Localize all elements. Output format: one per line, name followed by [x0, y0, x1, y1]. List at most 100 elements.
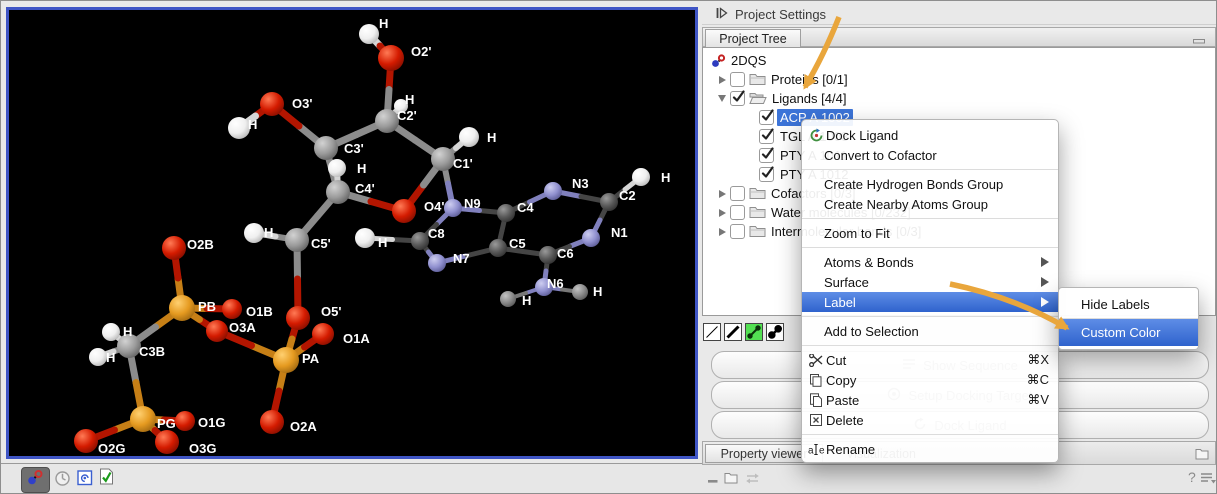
folder-icon: [749, 187, 766, 200]
menu-item-label: Label: [824, 295, 856, 310]
app-window: HO2'O3'HHC2'C3'C1'HHC4'O4'N9C8HN7C4C5C6N…: [0, 0, 1217, 494]
project-tree-tabbar: Project Tree: [702, 27, 1216, 47]
tree-item-label: Proteins [0/1]: [768, 71, 851, 88]
repr-wireframe-button[interactable]: [703, 323, 721, 341]
submenu-arrow-icon: [1041, 277, 1049, 287]
context-menu: Dock Ligand Convert to Cofactor Create Hyd…: [801, 119, 1059, 463]
visibility-checkbox[interactable]: [730, 224, 745, 239]
log-icon[interactable]: [77, 470, 93, 491]
visibility-checkbox[interactable]: [759, 167, 774, 182]
menu-item-atoms-bonds[interactable]: Atoms & Bonds: [802, 252, 1058, 272]
menu-item-rename[interactable]: aeRename: [802, 439, 1058, 459]
repr-stick-button[interactable]: [724, 323, 742, 341]
svg-text:O3G: O3G: [189, 441, 216, 456]
svg-text:H: H: [379, 16, 388, 31]
menu-item-label: Add to Selection: [824, 324, 919, 339]
svg-text:PG: PG: [157, 416, 176, 431]
menu-separator: [802, 169, 1058, 170]
svg-text:H: H: [264, 225, 273, 240]
svg-text:?: ?: [1188, 469, 1196, 485]
expand-arrow-icon[interactable]: [716, 95, 728, 102]
delete-icon: [806, 413, 826, 427]
menu-item-surface[interactable]: Surface: [802, 272, 1058, 292]
tree-item-label: 2DQS: [728, 52, 769, 69]
menu-item-label[interactable]: Label: [802, 292, 1058, 312]
menu-item-label: Create Hydrogen Bonds Group: [824, 177, 1003, 192]
minimize-icon: [707, 473, 719, 491]
tasks-check-icon[interactable]: [99, 468, 114, 490]
repr-spacefill-button[interactable]: [766, 323, 784, 341]
visibility-checkbox[interactable]: [730, 205, 745, 220]
cut-icon: [806, 354, 826, 367]
tab-project-tree[interactable]: Project Tree: [705, 29, 801, 48]
menu-item-label: Custom Color: [1081, 325, 1160, 340]
folder-icon[interactable]: [1195, 447, 1209, 465]
panel-header: Project Settings: [702, 4, 1217, 25]
svg-text:O2B: O2B: [187, 237, 214, 252]
svg-text:O1A: O1A: [343, 331, 370, 346]
expand-arrow-icon[interactable]: [716, 76, 728, 84]
list-menu-icon[interactable]: [1200, 472, 1217, 490]
menu-item-label: Atoms & Bonds: [824, 255, 914, 270]
menu-item-label: Copy: [826, 373, 856, 388]
folder-icon: [749, 206, 766, 219]
minimize-icon[interactable]: [707, 473, 719, 491]
expand-arrow-icon[interactable]: [716, 228, 728, 236]
svg-text:H: H: [405, 92, 414, 107]
menu-item-add-to-selection[interactable]: Add to Selection: [802, 321, 1058, 341]
submenu-arrow-icon: [1041, 297, 1049, 307]
submenu-item-hide-labels[interactable]: Hide Labels: [1059, 291, 1198, 318]
gauge-icon[interactable]: [54, 470, 71, 492]
svg-text:C1': C1': [453, 156, 473, 171]
menu-separator: [802, 434, 1058, 435]
svg-text:O1B: O1B: [246, 304, 273, 319]
svg-text:C4: C4: [517, 200, 534, 215]
label-submenu: Hide Labels Custom Color: [1058, 287, 1199, 350]
menu-item-label: Convert to Cofactor: [824, 148, 937, 163]
visibility-checkbox[interactable]: [730, 186, 745, 201]
expand-arrow-icon[interactable]: [716, 209, 728, 217]
menu-item-copy[interactable]: Copy⌘C: [802, 370, 1058, 390]
svg-text:H: H: [248, 117, 257, 132]
molecule-viewport[interactable]: HO2'O3'HHC2'C3'C1'HHC4'O4'N9C8HN7C4C5C6N…: [6, 7, 698, 459]
visibility-checkbox[interactable]: [730, 91, 745, 106]
svg-text:H: H: [123, 324, 132, 339]
panel-title: Project Settings: [735, 7, 826, 22]
menu-item-create-hydrogen-bonds-group[interactable]: Create Hydrogen Bonds Group: [802, 174, 1058, 194]
copy-icon: [806, 373, 826, 387]
tree-item[interactable]: Proteins [0/1]: [703, 70, 1215, 89]
tree-item[interactable]: 2DQS: [703, 51, 1215, 70]
visibility-checkbox[interactable]: [759, 129, 774, 144]
help-icon[interactable]: ?: [1187, 469, 1198, 490]
help-icon: ?: [1187, 469, 1198, 490]
menu-item-delete[interactable]: Delete: [802, 410, 1058, 430]
svg-text:PB: PB: [198, 299, 216, 314]
menu-shortcut: ⌘X: [1027, 352, 1049, 368]
swap-icon: [744, 472, 761, 490]
menu-item-label: Surface: [824, 275, 869, 290]
menu-item-create-nearby-atoms-group[interactable]: Create Nearby Atoms Group: [802, 194, 1058, 214]
svg-text:O2A: O2A: [290, 419, 317, 434]
new-folder-icon[interactable]: [724, 471, 738, 489]
folder-icon: [749, 225, 766, 238]
panel-collapse-icon[interactable]: [715, 7, 728, 22]
repr-ball-and-stick-button[interactable]: [745, 323, 763, 341]
list-menu-icon: [1200, 472, 1217, 490]
menu-item-paste[interactable]: Paste⌘V: [802, 390, 1058, 410]
app-molecule-button[interactable]: [21, 467, 50, 493]
swap-panels-icon[interactable]: [744, 472, 761, 490]
svg-text:PA: PA: [302, 351, 320, 366]
menu-item-zoom-to-fit[interactable]: Zoom to Fit: [802, 223, 1058, 243]
visibility-checkbox[interactable]: [759, 148, 774, 163]
visibility-checkbox[interactable]: [759, 110, 774, 125]
svg-text:O3': O3': [292, 96, 312, 111]
expand-arrow-icon[interactable]: [716, 190, 728, 198]
svg-text:H: H: [487, 130, 496, 145]
visibility-checkbox[interactable]: [730, 72, 745, 87]
tree-item[interactable]: Ligands [4/4]: [703, 89, 1215, 108]
menu-item-cut[interactable]: Cut⌘X: [802, 350, 1058, 370]
menu-item-convert-to-cofactor[interactable]: Convert to Cofactor: [802, 145, 1058, 165]
submenu-item-custom-color[interactable]: Custom Color: [1059, 319, 1198, 346]
menu-item-dock-ligand[interactable]: Dock Ligand: [802, 125, 1058, 145]
molecule-render: HO2'O3'HHC2'C3'C1'HHC4'O4'N9C8HN7C4C5C6N…: [9, 10, 695, 456]
